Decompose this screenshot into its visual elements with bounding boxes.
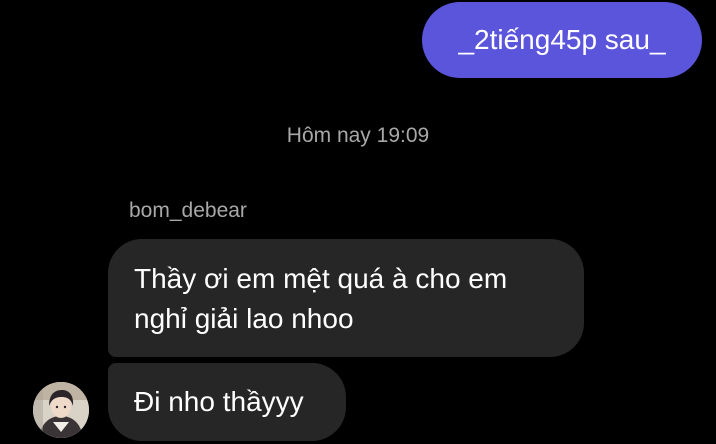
- outgoing-message-bubble[interactable]: _2tiếng45p sau_: [422, 2, 702, 78]
- sender-name: bom_debear: [129, 199, 247, 222]
- incoming-message-bubble[interactable]: Đi nho thầyyy: [108, 363, 346, 441]
- sender-avatar[interactable]: [33, 382, 89, 438]
- incoming-message-line: nghỉ giải lao nhoo: [134, 303, 354, 334]
- message-timestamp: Hôm nay 19:09: [286, 124, 430, 147]
- incoming-message-line: Thầy ơi em mệt quá à cho em: [134, 263, 508, 294]
- avatar-photo-icon: [33, 382, 89, 438]
- chat-thread: _2tiếng45p sau_ Hôm nay 19:09 bom_debear…: [0, 0, 716, 444]
- incoming-message-line: Đi nho thầyyy: [134, 386, 304, 417]
- outgoing-message-text: _2tiếng45p sau_: [458, 24, 666, 55]
- incoming-message-bubble[interactable]: Thầy ơi em mệt quá à cho em nghỉ giải la…: [108, 239, 584, 357]
